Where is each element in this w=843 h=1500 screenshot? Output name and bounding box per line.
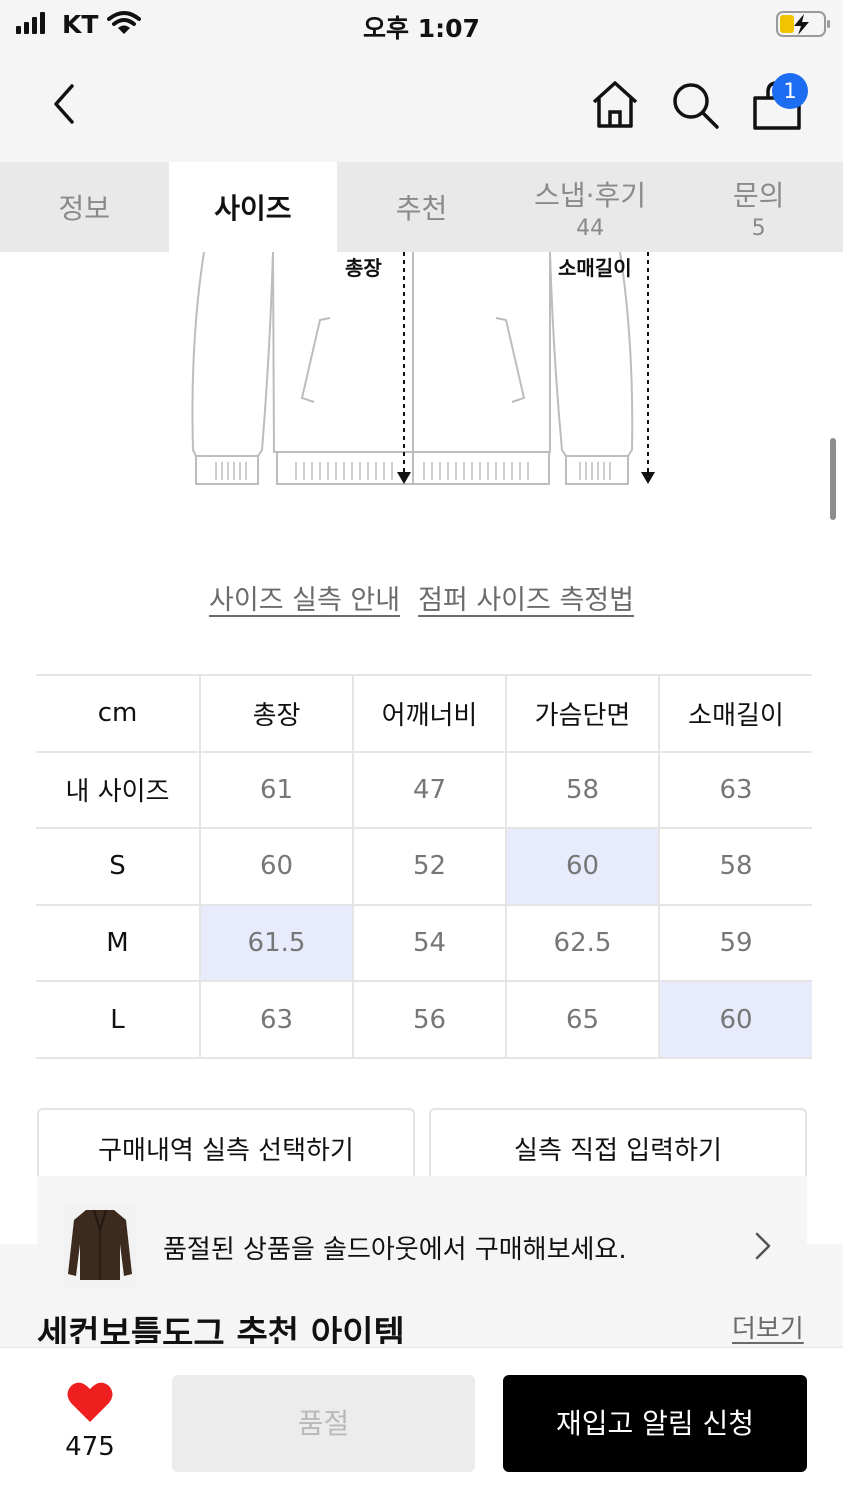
scrollbar[interactable]: [830, 438, 836, 520]
tab-count: 44: [576, 215, 605, 241]
table-cell: 58: [506, 751, 660, 830]
table-cell: 62.5: [506, 904, 660, 983]
status-bar: KT 오후 1:07: [0, 0, 843, 50]
soldout-banner-text: 품절된 상품을 솔드아웃에서 구매해보세요.: [163, 1235, 627, 1265]
row-label: M: [36, 904, 201, 983]
table-row: 내 사이즈 61 47 58 63: [36, 751, 812, 830]
row-label: 내 사이즈: [36, 751, 201, 830]
tab-recommend[interactable]: 추천: [337, 162, 506, 252]
table-cell-highlighted: 60: [506, 828, 660, 906]
tab-label: 사이즈: [214, 192, 292, 225]
size-illustration: 총장 소매길이: [0, 251, 843, 512]
button-label: 실측 직접 입력하기: [514, 1136, 722, 1166]
total-length-label: 총장: [345, 256, 382, 280]
table-cell-highlighted: 61.5: [200, 904, 354, 983]
table-cell: 54: [353, 904, 507, 983]
table-cell: 65: [506, 981, 660, 1059]
tab-snap-review[interactable]: 스냅·후기 44: [506, 162, 675, 252]
tab-label: 추천: [395, 192, 448, 225]
cart-count-badge: 1: [772, 73, 808, 109]
tab-label: 스냅·후기: [534, 178, 647, 212]
table-header-cell: 총장: [200, 674, 354, 753]
table-cell: 63: [200, 981, 354, 1059]
heart-icon[interactable]: [66, 1380, 114, 1424]
tab-size[interactable]: 사이즈: [168, 162, 338, 252]
like-count: 475: [65, 1432, 115, 1462]
table-header-cell: 가슴단면: [506, 674, 660, 753]
clock: 오후 1:07: [363, 14, 480, 43]
battery-charging-icon: [776, 11, 830, 37]
table-header-cell: 어깨너비: [353, 674, 507, 753]
table-header-cell: cm: [36, 674, 201, 753]
soldout-button[interactable]: 품절: [172, 1375, 475, 1472]
top-nav-bar: [0, 50, 843, 162]
size-table: cm 총장 어깨너비 가슴단면 소매길이 내 사이즈 61 47 58 63 S…: [36, 674, 812, 1059]
table-cell: 58: [659, 828, 812, 906]
table-row: L 63 56 65 60: [36, 981, 812, 1059]
row-label: S: [36, 828, 201, 906]
button-label: 구매내역 실측 선택하기: [98, 1136, 354, 1166]
tab-count: 5: [751, 215, 766, 241]
size-guide-links: 사이즈 실측 안내 점퍼 사이즈 측정법: [0, 578, 843, 617]
table-cell: 47: [353, 751, 507, 830]
jacket-thumbnail: [64, 1204, 136, 1288]
size-measure-guide-link[interactable]: 사이즈 실측 안내: [209, 578, 400, 617]
table-row: S 60 52 60 58: [36, 828, 812, 906]
table-cell: 56: [353, 981, 507, 1059]
tab-label: 문의: [732, 178, 785, 212]
sleeve-length-label: 소매길이: [558, 256, 632, 280]
tab-label: 정보: [58, 192, 111, 225]
tab-inquiry[interactable]: 문의 5: [674, 162, 843, 252]
table-cell: 60: [200, 828, 354, 906]
home-icon[interactable]: [588, 78, 642, 132]
table-header-row: cm 총장 어깨너비 가슴단면 소매길이: [36, 674, 812, 753]
tab-info[interactable]: 정보: [0, 162, 169, 252]
row-label: L: [36, 981, 201, 1059]
back-arrow-icon[interactable]: [44, 76, 88, 132]
chevron-right-icon: [755, 1232, 771, 1260]
table-cell: 59: [659, 904, 812, 983]
jumper-measure-method-link[interactable]: 점퍼 사이즈 측정법: [418, 578, 634, 617]
table-cell: 52: [353, 828, 507, 906]
restock-alert-button[interactable]: 재입고 알림 신청: [503, 1375, 807, 1472]
table-row: M 61.5 54 62.5 59: [36, 904, 812, 983]
table-cell: 63: [659, 751, 812, 830]
table-cell-highlighted: 60: [659, 981, 812, 1059]
product-tabs: 정보 사이즈 추천 스냅·후기 44 문의 5: [0, 162, 843, 252]
table-header-cell: 소매길이: [659, 674, 812, 753]
search-icon[interactable]: [668, 78, 722, 132]
jacket-diagram: [191, 251, 655, 485]
table-cell: 61: [200, 751, 354, 830]
